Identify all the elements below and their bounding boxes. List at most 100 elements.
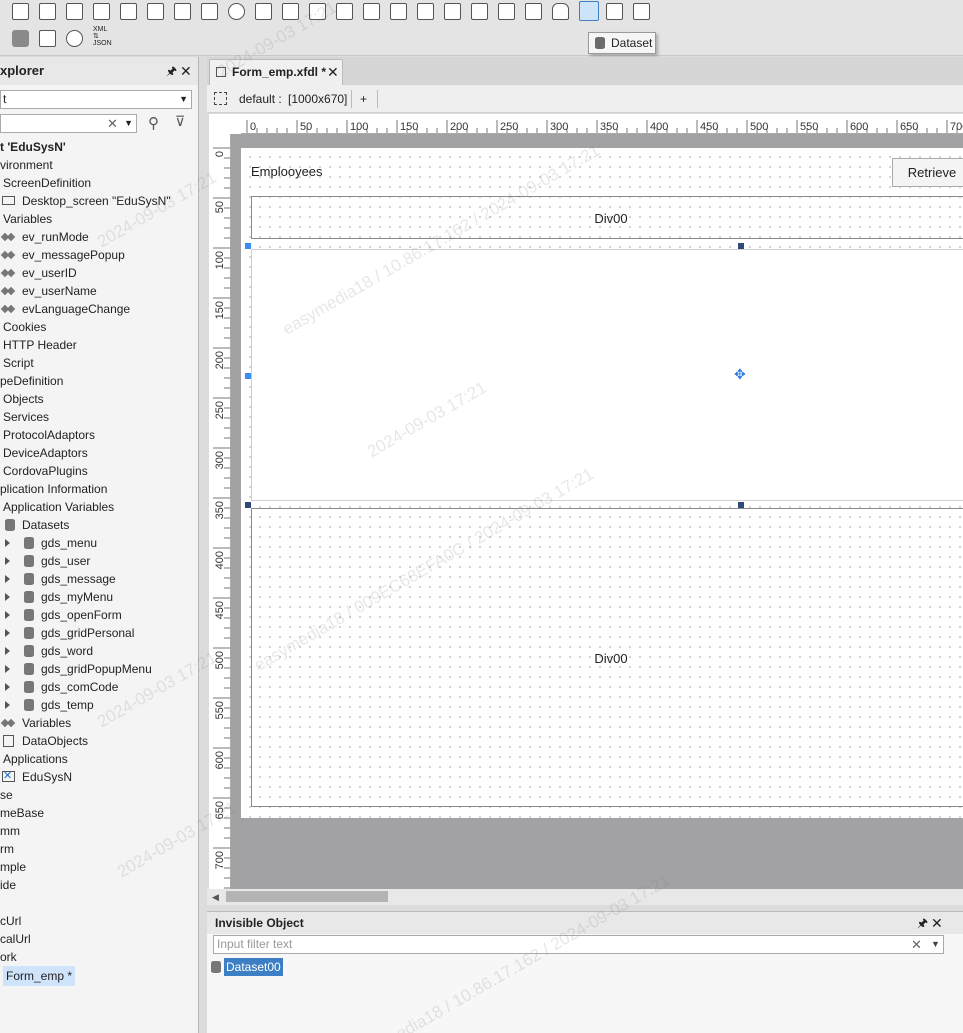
selection-handle[interactable] [738, 243, 744, 249]
progressbar-tool-icon[interactable] [525, 3, 542, 20]
div-tool-icon[interactable] [417, 3, 434, 20]
plugin-tool-icon[interactable] [552, 3, 569, 20]
variable-icon [0, 231, 16, 243]
explorer-search-input[interactable]: ✕ ▼ [0, 114, 137, 133]
webbrowser-tool-icon[interactable] [633, 3, 650, 20]
dataset-icon [24, 573, 34, 585]
filter-icon[interactable]: ⊽ [175, 113, 185, 130]
pin-icon[interactable]: 🖈 [917, 912, 928, 934]
ruler-label: 550 [800, 121, 818, 133]
expand-icon[interactable] [5, 557, 10, 565]
chevron-down-icon[interactable]: ▼ [179, 91, 188, 108]
tab-form-emp[interactable]: Form_emp.xfdl * ✕ [209, 59, 343, 85]
tab-tool-icon[interactable] [201, 3, 218, 20]
expand-icon[interactable] [5, 629, 10, 637]
dataset-icon [24, 537, 34, 549]
tree-item-label: gds_comCode [41, 680, 119, 694]
tree-item-label: calUrl [0, 932, 31, 946]
ruler-label: 250 [500, 121, 518, 133]
scroll-left-icon[interactable]: ◀ [212, 892, 219, 903]
textarea-tool-icon[interactable] [147, 3, 164, 20]
dataset-icon [24, 699, 34, 711]
close-tab-icon[interactable]: ✕ [327, 60, 339, 84]
move-icon[interactable]: ✥ [734, 367, 746, 381]
ruler-label: 200 [450, 121, 468, 133]
tree-item-label: ork [0, 950, 17, 964]
close-icon[interactable]: ✕ [180, 57, 192, 85]
popup-tool-icon[interactable] [390, 3, 407, 20]
expand-icon[interactable] [5, 683, 10, 691]
tree-item-label: Datasets [22, 518, 70, 532]
expand-icon[interactable] [5, 611, 10, 619]
grid-placeholder[interactable] [251, 249, 963, 501]
ruler-label: 600 [850, 121, 868, 133]
tree-item-label: Services [3, 410, 50, 424]
close-icon[interactable]: ✕ [931, 912, 943, 934]
selection-handle[interactable] [245, 373, 251, 379]
selection-handle[interactable] [245, 502, 251, 508]
tree-item-label: mm [0, 824, 20, 838]
ruler-label: 450 [700, 121, 718, 133]
retrieve-button[interactable]: Retrieve [892, 158, 963, 187]
tree-item-label: ProtocolAdaptors [3, 428, 96, 442]
dataset-item[interactable]: Dataset00 [224, 958, 283, 976]
search-icon[interactable]: ⚲ [148, 114, 159, 132]
image-tool-icon[interactable] [498, 3, 515, 20]
spin-tool-icon[interactable] [93, 3, 110, 20]
screen-label[interactable]: default : [239, 85, 282, 113]
scroll-thumb[interactable] [226, 891, 388, 902]
script-icon[interactable] [39, 30, 56, 47]
grid-tool-icon[interactable] [174, 3, 191, 20]
expand-icon[interactable] [5, 647, 10, 655]
table-tool-icon[interactable] [309, 3, 326, 20]
clear-icon[interactable]: ✕ [107, 115, 118, 132]
edit-tool-icon[interactable] [66, 3, 83, 20]
horizontal-scrollbar[interactable]: ◀ [207, 889, 963, 905]
tree-item-label: EduSysN [22, 770, 73, 784]
database-icon[interactable] [12, 30, 29, 47]
expand-icon[interactable] [5, 593, 10, 601]
ruler-label: 400 [214, 551, 226, 569]
listbox-tool-icon[interactable] [282, 3, 299, 20]
pin-icon[interactable]: 🖈 [166, 57, 177, 85]
tree-item-label: meBase [0, 806, 45, 820]
xml-json-icon[interactable]: XML ⇅ JSON [93, 26, 113, 47]
chevron-down-icon[interactable]: ▼ [124, 115, 133, 132]
selection-handle[interactable] [738, 502, 744, 508]
chevron-down-icon[interactable]: ▼ [931, 936, 940, 953]
checkbox-tool-icon[interactable] [255, 3, 272, 20]
div-top[interactable]: Div00 [251, 196, 963, 239]
list-tool-icon[interactable] [606, 3, 623, 20]
explorer-title: xplorer [0, 63, 45, 78]
selection-handle[interactable] [245, 243, 251, 249]
div-bottom[interactable]: Div00 [251, 508, 963, 807]
ruler-ticks: 0 50 100 150 200 250 300 350 400 450 500 550 600 650 7… [213, 147, 230, 889]
menu-tool-icon[interactable] [336, 3, 353, 20]
filter-input[interactable]: Input filter text ✕ ▼ [213, 935, 944, 954]
combo-tool-icon[interactable] [39, 3, 56, 20]
expand-icon[interactable] [5, 701, 10, 709]
calendar-tool-icon[interactable] [471, 3, 488, 20]
expand-icon[interactable] [5, 575, 10, 583]
variable-icon [0, 303, 16, 315]
ruler-label: 250 [214, 401, 226, 419]
radio-tool-icon[interactable] [228, 3, 245, 20]
explorer-combo[interactable]: t ▼ [0, 90, 192, 109]
expand-icon[interactable] [5, 665, 10, 673]
dataset-tool-icon[interactable] [579, 1, 599, 21]
form-emp[interactable]: Emplooyees Retrieve Div00 Div00 ✥ [241, 148, 963, 818]
button-tool-icon[interactable] [12, 3, 29, 20]
title-static[interactable]: Emplooyees [251, 164, 323, 179]
tree-item-label: DeviceAdaptors [3, 446, 88, 460]
add-screen-button[interactable]: + [360, 85, 367, 113]
expand-icon[interactable] [5, 539, 10, 547]
dataset-icon [24, 663, 34, 675]
explorer-header: xplorer 🖈 ✕ [0, 57, 198, 85]
ruler-label: 150 [214, 301, 226, 319]
clear-icon[interactable]: ✕ [911, 936, 922, 953]
static-tool-icon[interactable] [120, 3, 137, 20]
search-icon[interactable] [66, 30, 83, 47]
screen-size[interactable]: [1000x670] [288, 85, 347, 113]
treeview-tool-icon[interactable] [363, 3, 380, 20]
chart-tool-icon[interactable] [444, 3, 461, 20]
